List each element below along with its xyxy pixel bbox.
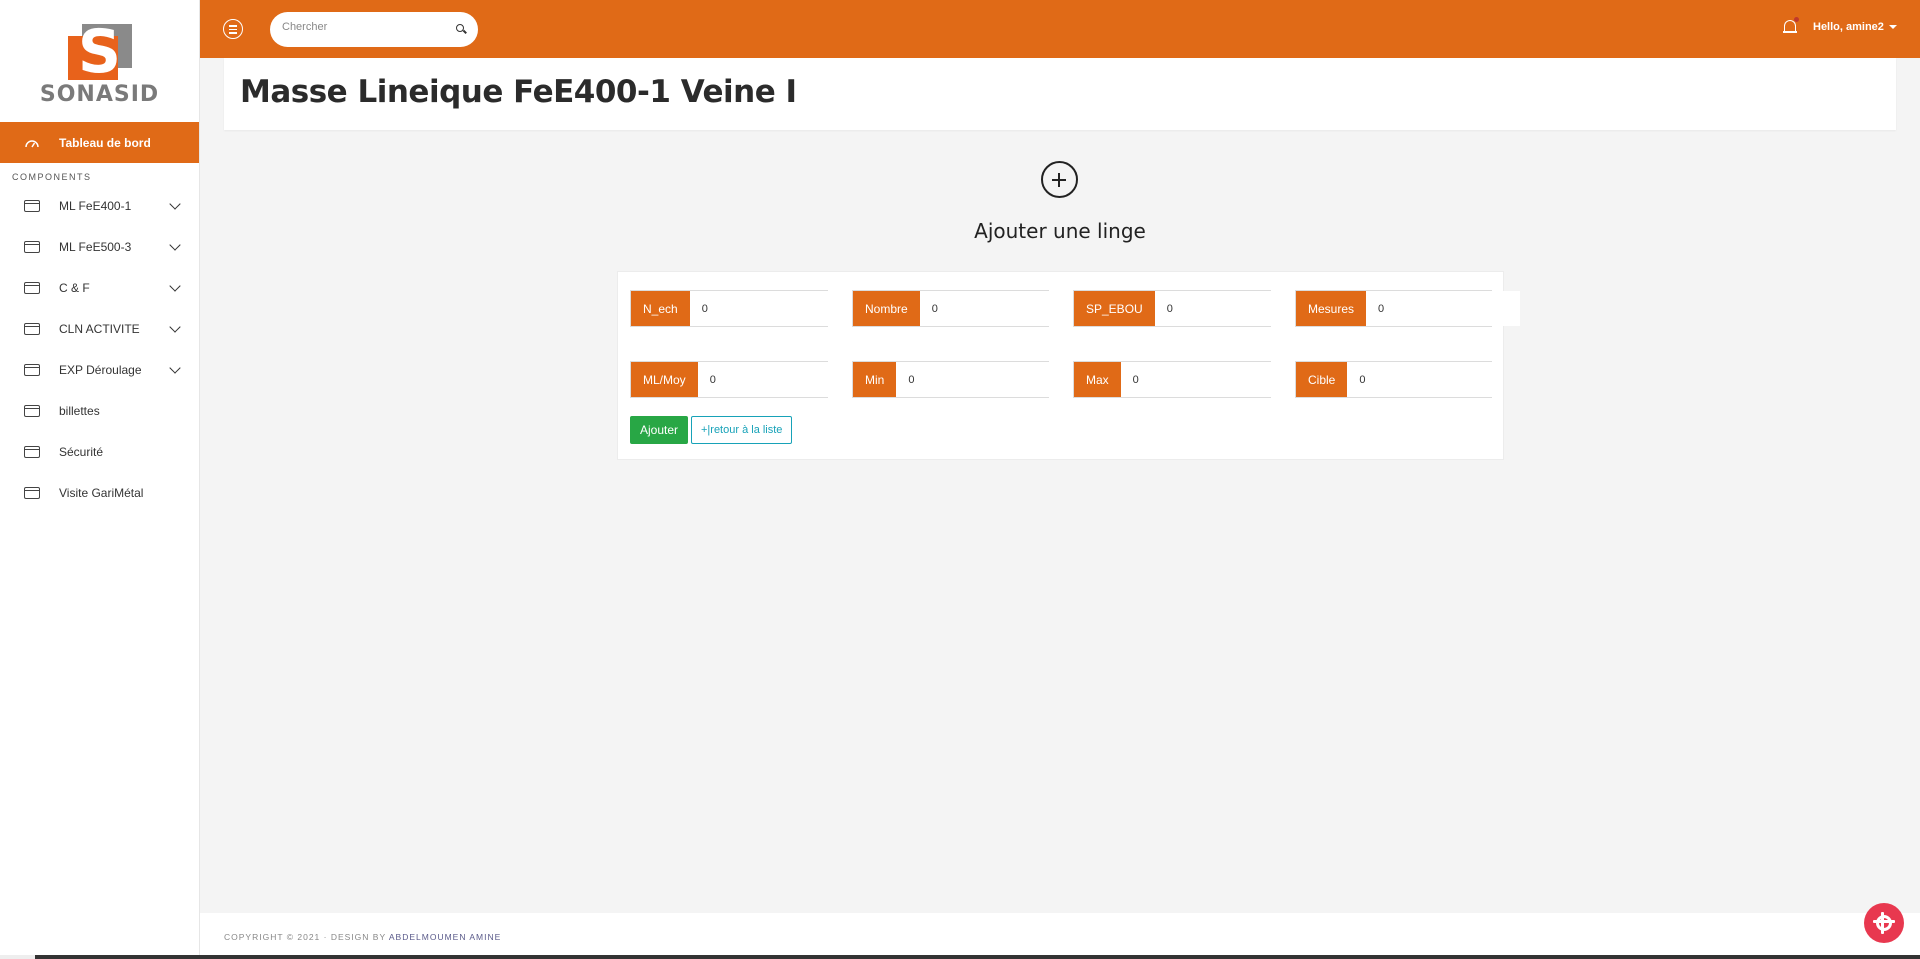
page-title: Masse Lineique FeE400-1 Veine I xyxy=(240,74,797,110)
field-label: Nombre xyxy=(853,291,920,326)
field-ml-moy: ML/Moy xyxy=(630,361,852,398)
window-icon xyxy=(24,486,40,499)
footer-copyright: COPYRIGHT © 2021 · DESIGN BY ABDELMOUMEN… xyxy=(224,932,502,942)
footer-author-link[interactable]: ABDELMOUMEN AMINE xyxy=(389,932,501,942)
window-icon xyxy=(24,199,40,212)
topbar: Hello, amine2 xyxy=(200,0,1920,58)
field-label: SP_EBOU xyxy=(1074,291,1155,326)
sidebar-item-label: Tableau de bord xyxy=(59,135,151,150)
window-icon xyxy=(24,240,40,253)
chevron-down-icon xyxy=(169,239,181,251)
field-cible: Cible xyxy=(1295,361,1502,398)
field-max: Max xyxy=(1073,361,1275,398)
dashboard-gauge-icon xyxy=(24,135,40,151)
cible-input[interactable] xyxy=(1347,362,1502,397)
sidebar-item-securite[interactable]: Sécurité xyxy=(0,431,199,472)
field-label: ML/Moy xyxy=(631,362,698,397)
field-label: Max xyxy=(1074,362,1121,397)
search-box xyxy=(270,12,478,47)
user-menu[interactable]: Hello, amine2 xyxy=(1813,21,1897,33)
add-form: N_ech Nombre SP_EBOU Mesures ML/Moy Min … xyxy=(617,271,1521,460)
sidebar-item-label: Sécurité xyxy=(59,444,104,459)
sidebar-item-c-and-f[interactable]: C & F xyxy=(0,267,199,308)
sidebar: S SONASID Tableau de bord COMPONENTS ML … xyxy=(0,0,200,955)
gear-icon xyxy=(1873,912,1895,934)
sidebar-item-exp-deroulage[interactable]: EXP Déroulage xyxy=(0,349,199,390)
window-icon xyxy=(24,322,40,335)
ml-moy-input[interactable] xyxy=(697,362,852,397)
window-icon xyxy=(24,281,40,294)
mesures-input[interactable] xyxy=(1366,291,1521,326)
logo-mark-icon: S xyxy=(67,22,132,82)
max-input[interactable] xyxy=(1120,362,1275,397)
footer: COPYRIGHT © 2021 · DESIGN BY ABDELMOUMEN… xyxy=(200,913,1920,955)
sidebar-item-label: ML FeE400-1 xyxy=(59,198,132,213)
n-ech-input[interactable] xyxy=(689,291,844,326)
sidebar-item-label: Visite GariMétal xyxy=(59,485,144,500)
caret-down-icon xyxy=(1888,25,1897,30)
field-label: N_ech xyxy=(631,291,690,326)
sp-ebou-input[interactable] xyxy=(1154,291,1309,326)
nombre-input[interactable] xyxy=(919,291,1074,326)
sidebar-item-label: billettes xyxy=(59,403,100,418)
field-n-ech: N_ech xyxy=(630,290,844,327)
sidebar-item-visite-garimetal[interactable]: Visite GariMétal xyxy=(0,472,199,513)
back-to-list-button[interactable]: +|retour à la liste xyxy=(691,416,793,444)
sidebar-item-ml-fee500-3[interactable]: ML FeE500-3 xyxy=(0,226,199,267)
sidebar-item-label: ML FeE500-3 xyxy=(59,239,132,254)
min-input[interactable] xyxy=(896,362,1051,397)
menu-toggle-icon[interactable] xyxy=(223,19,243,39)
window-icon xyxy=(24,404,40,417)
add-button[interactable]: Ajouter xyxy=(630,416,689,444)
sidebar-item-cln-activite[interactable]: CLN ACTIVITE xyxy=(0,308,199,349)
field-sp-ebou: SP_EBOU xyxy=(1073,290,1309,327)
chevron-down-icon xyxy=(169,362,181,374)
bell-icon[interactable] xyxy=(1783,17,1799,35)
add-section-title: Ajouter une linge xyxy=(974,219,1146,243)
chevron-down-icon xyxy=(169,280,181,292)
bottom-strip xyxy=(0,955,1920,959)
notification-dot xyxy=(1794,17,1799,22)
sidebar-section-title: COMPONENTS xyxy=(12,172,92,182)
field-nombre: Nombre xyxy=(852,290,1074,327)
chevron-down-icon xyxy=(169,198,181,210)
field-mesures: Mesures xyxy=(1295,290,1521,327)
chevron-down-icon xyxy=(169,321,181,333)
window-icon xyxy=(24,363,40,376)
sidebar-item-billettes[interactable]: billettes xyxy=(0,390,199,431)
field-label: Min xyxy=(853,362,897,397)
brand-logo[interactable]: S SONASID xyxy=(0,0,199,122)
settings-button[interactable] xyxy=(1864,903,1904,943)
plus-circle-icon xyxy=(1041,161,1078,198)
page-header: Masse Lineique FeE400-1 Veine I xyxy=(224,58,1896,130)
field-label: Cible xyxy=(1296,362,1348,397)
field-min: Min xyxy=(852,361,1051,398)
field-label: Mesures xyxy=(1296,291,1367,326)
search-input[interactable] xyxy=(282,21,442,33)
sidebar-item-ml-fee400-1[interactable]: ML FeE400-1 xyxy=(0,185,199,226)
sidebar-item-label: C & F xyxy=(59,280,90,295)
search-icon[interactable] xyxy=(456,24,464,32)
sidebar-item-dashboard[interactable]: Tableau de bord xyxy=(0,122,199,163)
sidebar-item-label: CLN ACTIVITE xyxy=(59,321,140,336)
window-icon xyxy=(24,445,40,458)
sidebar-item-label: EXP Déroulage xyxy=(59,362,142,377)
user-greeting: Hello, amine2 xyxy=(1813,21,1884,33)
